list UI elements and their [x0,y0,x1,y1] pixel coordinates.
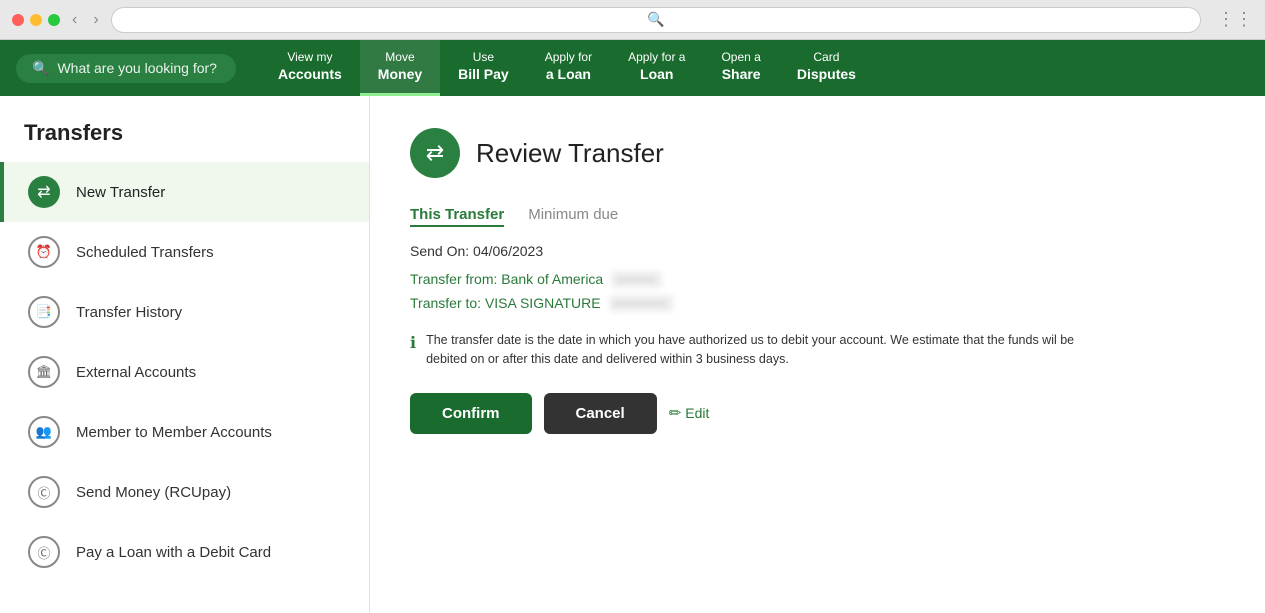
transfer-from-account: •••••• [611,271,662,288]
search-icon: 🔍 [647,11,664,28]
sidebar-item-label: Member to Member Accounts [76,424,272,441]
menu-icon: ⋮⋮ [1217,9,1253,30]
sidebar-item-new-transfer[interactable]: ⇄ New Transfer [0,162,369,222]
traffic-lights [12,14,60,26]
sidebar: Transfers ⇄ New Transfer ⏰ Scheduled Tra… [0,96,370,613]
sidebar-item-label: Send Money (RCUpay) [76,484,231,501]
sidebar-item-pay-loan[interactable]: Ⓒ Pay a Loan with a Debit Card [0,522,369,582]
send-on-label: Send On: [410,243,469,259]
page-icon: ⇄ [410,128,460,178]
pay-loan-icon: Ⓒ [28,536,60,568]
global-search[interactable]: 🔍 What are you looking for? [16,54,236,83]
nav-apply-loan2[interactable]: Apply for a Loan [610,40,703,96]
search-icon: 🔍 [32,60,49,77]
nav-view-accounts[interactable]: View my Accounts [260,40,360,96]
search-placeholder: What are you looking for? [57,60,217,76]
send-on-date: 04/06/2023 [473,243,543,259]
transfer-tabs: This Transfer Minimum due [410,206,1225,227]
page-header: ⇄ Review Transfer [410,128,1225,178]
tab-minimum-due[interactable]: Minimum due [528,206,618,227]
sidebar-item-label: New Transfer [76,184,165,201]
sidebar-item-label: External Accounts [76,364,196,381]
transfer-history-icon: 📑 [28,296,60,328]
tab-this-transfer[interactable]: This Transfer [410,206,504,227]
edit-button[interactable]: ✏ Edit [669,404,710,422]
nav-apply-loan[interactable]: Apply for a Loan [527,40,610,96]
scheduled-transfers-icon: ⏰ [28,236,60,268]
content-area: ⇄ Review Transfer This Transfer Minimum … [370,96,1265,613]
edit-label: Edit [685,405,709,421]
new-transfer-icon: ⇄ [28,176,60,208]
minimize-traffic-light[interactable] [30,14,42,26]
transfer-to-row: Transfer to: VISA SIGNATURE •••••••• [410,295,1225,311]
nav-open-share[interactable]: Open a Share [703,40,778,96]
sidebar-item-scheduled-transfers[interactable]: ⏰ Scheduled Transfers [0,222,369,282]
sidebar-item-label: Transfer History [76,304,182,321]
info-box: ℹ The transfer date is the date in which… [410,331,1090,369]
top-nav: 🔍 What are you looking for? View my Acco… [0,40,1265,96]
transfer-from-row: Transfer from: Bank of America •••••• [410,271,1225,287]
transfer-from-label: Transfer from: Bank of America [410,271,603,287]
back-button[interactable]: ‹ [68,9,81,31]
send-money-icon: Ⓒ [28,476,60,508]
sidebar-item-label: Pay a Loan with a Debit Card [76,544,271,561]
confirm-button[interactable]: Confirm [410,393,532,434]
sidebar-item-label: Scheduled Transfers [76,244,214,261]
forward-button[interactable]: › [89,9,102,31]
nav-card-disputes[interactable]: Card Disputes [779,40,874,96]
sidebar-item-send-money[interactable]: Ⓒ Send Money (RCUpay) [0,462,369,522]
sidebar-item-member-to-member[interactable]: 👥 Member to Member Accounts [0,402,369,462]
sidebar-title: Transfers [0,112,369,162]
page-title: Review Transfer [476,138,664,169]
nav-items: View my Accounts Move Money Use Bill Pay… [260,40,874,96]
nav-move-money[interactable]: Move Money [360,40,440,96]
send-on-row: Send On: 04/06/2023 [410,243,1225,259]
browser-chrome: ‹ › 🔍 ⋮⋮ [0,0,1265,40]
external-accounts-icon: 🏛 [28,356,60,388]
fullscreen-traffic-light[interactable] [48,14,60,26]
main-layout: Transfers ⇄ New Transfer ⏰ Scheduled Tra… [0,96,1265,613]
cancel-button[interactable]: Cancel [544,393,657,434]
info-icon: ℹ [410,332,416,356]
action-buttons: Confirm Cancel ✏ Edit [410,393,1225,434]
sidebar-item-transfer-history[interactable]: 📑 Transfer History [0,282,369,342]
member-to-member-icon: 👥 [28,416,60,448]
url-bar[interactable]: 🔍 [111,7,1201,33]
sidebar-item-external-accounts[interactable]: 🏛 External Accounts [0,342,369,402]
nav-bill-pay[interactable]: Use Bill Pay [440,40,527,96]
transfer-to-label: Transfer to: VISA SIGNATURE [410,295,601,311]
pencil-icon: ✏ [669,404,682,422]
close-traffic-light[interactable] [12,14,24,26]
transfer-to-account: •••••••• [609,295,673,312]
info-text: The transfer date is the date in which y… [426,331,1090,369]
